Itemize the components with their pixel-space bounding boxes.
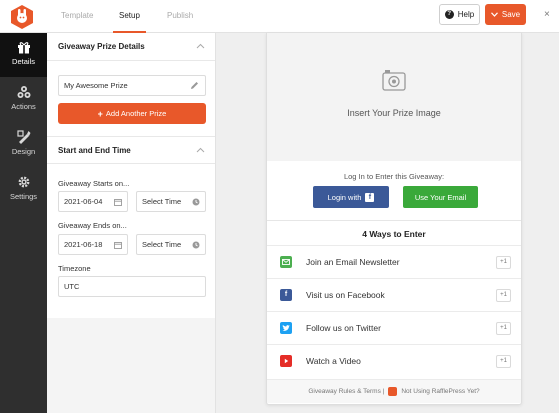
close-icon[interactable]: × <box>544 10 550 20</box>
entry-points-badge: +1 <box>496 256 511 269</box>
login-prompt: Log In to Enter this Giveaway: <box>343 172 445 181</box>
login-with-facebook-button[interactable]: Login with f <box>313 186 389 208</box>
help-label: Help <box>457 10 475 19</box>
top-bar: Template Setup Publish ? Help Save × <box>0 0 559 33</box>
end-date-input[interactable]: 2021-06-18 <box>58 234 128 255</box>
calendar-icon <box>114 242 122 249</box>
entry-option-facebook[interactable]: f Visit us on Facebook +1 <box>267 278 521 311</box>
nav-item-actions[interactable]: Actions <box>0 78 47 122</box>
twitter-icon <box>280 322 292 334</box>
prize-name-value: My Awesome Prize <box>64 81 128 90</box>
design-icon <box>16 130 30 144</box>
settings-panel: Giveaway Prize Details My Awesome Prize … <box>47 33 216 413</box>
clock-icon <box>192 198 200 206</box>
start-date-input[interactable]: 2021-06-04 <box>58 191 128 212</box>
time-section-title: Start and End Time <box>58 146 131 155</box>
rules-terms-link[interactable]: Giveaway Rules & Terms | <box>308 388 384 395</box>
nav-label-design: Design <box>11 147 36 156</box>
nav-label-settings: Settings <box>9 192 38 201</box>
timezone-value: UTC <box>64 282 80 291</box>
time-section-header[interactable]: Start and End Time <box>47 136 215 164</box>
plus-icon: + <box>97 108 103 119</box>
save-label: Save <box>501 10 521 19</box>
start-date-value: 2021-06-04 <box>64 197 103 206</box>
timezone-label: Timezone <box>58 264 91 273</box>
add-another-prize-button[interactable]: + Add Another Prize <box>58 103 206 124</box>
ways-to-enter-title: 4 Ways to Enter <box>362 229 426 239</box>
entry-label: Visit us on Facebook <box>306 290 385 300</box>
facebook-icon: f <box>365 192 375 202</box>
tab-template[interactable]: Template <box>61 0 93 33</box>
entry-points-badge: +1 <box>496 289 511 302</box>
end-time-input[interactable]: Select Time <box>136 234 206 255</box>
chevron-up-icon <box>196 147 205 153</box>
facebook-login-label: Login with <box>327 192 362 202</box>
nav-label-actions: Actions <box>11 102 36 111</box>
nav-item-design[interactable]: Design <box>0 123 47 167</box>
actions-icon <box>17 86 30 98</box>
tab-setup[interactable]: Setup <box>113 0 146 33</box>
nav-label-details: Details <box>12 57 35 66</box>
entry-label: Watch a Video <box>306 356 361 366</box>
entry-label: Follow us on Twitter <box>306 323 381 333</box>
timezone-select[interactable]: UTC <box>58 276 206 297</box>
use-email-button[interactable]: Use Your Email <box>403 186 478 208</box>
ends-label: Giveaway Ends on... <box>58 221 127 230</box>
start-time-value: Select Time <box>142 197 182 206</box>
giveaway-preview: Insert Your Prize Image Log In to Enter … <box>266 33 522 405</box>
panel-content: Giveaway Prize Details My Awesome Prize … <box>47 33 215 318</box>
tab-publish[interactable]: Publish <box>167 0 193 33</box>
pencil-icon[interactable] <box>190 81 199 90</box>
entry-label: Join an Email Newsletter <box>306 257 400 267</box>
entry-points-badge: +1 <box>496 322 511 335</box>
nav-item-settings[interactable]: Settings <box>0 168 47 212</box>
prize-image-placeholder[interactable]: Insert Your Prize Image <box>267 33 521 161</box>
clock-icon <box>192 241 200 249</box>
prize-section-header[interactable]: Giveaway Prize Details <box>47 33 215 61</box>
end-date-value: 2021-06-18 <box>64 240 103 249</box>
chevron-down-icon <box>490 12 498 17</box>
chevron-up-icon <box>196 43 205 49</box>
use-email-label: Use Your Email <box>414 192 467 202</box>
promo-link[interactable]: Not Using RafflePress Yet? <box>401 388 479 395</box>
question-icon: ? <box>444 10 454 19</box>
prize-name-input[interactable]: My Awesome Prize <box>58 75 206 96</box>
preview-footer: Giveaway Rules & Terms | Not Using Raffl… <box>267 379 521 403</box>
prize-image-text: Insert Your Prize Image <box>347 108 441 118</box>
left-nav: Details Actions Design Settings <box>0 33 47 413</box>
help-button[interactable]: ? Help <box>439 4 480 25</box>
rafflepress-logo[interactable] <box>9 4 35 30</box>
divider <box>267 220 521 221</box>
entry-option-twitter[interactable]: Follow us on Twitter +1 <box>267 311 521 344</box>
camera-icon <box>382 70 406 91</box>
starts-label: Giveaway Starts on... <box>58 179 130 188</box>
end-time-value: Select Time <box>142 240 182 249</box>
gift-icon <box>17 42 30 54</box>
start-time-input[interactable]: Select Time <box>136 191 206 212</box>
email-icon <box>280 256 292 268</box>
prize-section-title: Giveaway Prize Details <box>58 42 145 51</box>
entry-option-newsletter[interactable]: Join an Email Newsletter +1 <box>267 245 521 278</box>
gear-icon <box>18 176 29 188</box>
youtube-icon <box>280 355 292 367</box>
rafflepress-mini-logo <box>388 387 398 396</box>
save-button[interactable]: Save <box>485 4 526 25</box>
add-prize-label: Add Another Prize <box>105 109 167 118</box>
nav-item-details[interactable]: Details <box>0 33 47 77</box>
entry-option-video[interactable]: Watch a Video +1 <box>267 344 521 377</box>
entry-points-badge: +1 <box>496 355 511 368</box>
calendar-icon <box>114 199 122 206</box>
facebook-icon: f <box>280 289 292 301</box>
